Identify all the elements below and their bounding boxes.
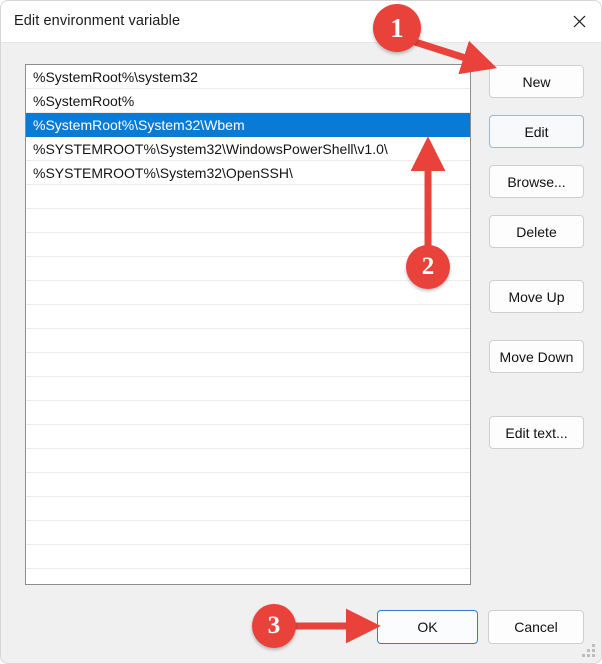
move-up-button[interactable]: Move Up — [489, 280, 584, 313]
list-item-empty[interactable] — [26, 353, 470, 377]
list-item-empty[interactable] — [26, 401, 470, 425]
list-item-empty[interactable] — [26, 449, 470, 473]
edit-button[interactable]: Edit — [489, 115, 584, 148]
delete-button[interactable]: Delete — [489, 215, 584, 248]
list-item-empty[interactable] — [26, 377, 470, 401]
path-list[interactable]: %SystemRoot%\system32 %SystemRoot% %System… — [25, 64, 471, 585]
list-item-empty[interactable] — [26, 329, 470, 353]
browse-button[interactable]: Browse... — [489, 165, 584, 198]
cancel-button[interactable]: Cancel — [488, 610, 584, 644]
list-item[interactable]: %SYSTEMROOT%\System32\WindowsPowerShell\… — [26, 137, 470, 161]
list-item-empty[interactable] — [26, 545, 470, 569]
new-button[interactable]: New — [489, 65, 584, 98]
ok-button[interactable]: OK — [377, 610, 478, 644]
list-item-empty[interactable] — [26, 185, 470, 209]
list-item[interactable]: %SystemRoot% — [26, 89, 470, 113]
list-item-empty[interactable] — [26, 497, 470, 521]
list-item[interactable]: %SystemRoot%\System32\Wbem — [26, 113, 470, 137]
resize-grip[interactable] — [582, 644, 596, 658]
list-item-empty[interactable] — [26, 425, 470, 449]
title-bar: Edit environment variable — [1, 1, 601, 43]
list-item-empty[interactable] — [26, 305, 470, 329]
list-item-empty[interactable] — [26, 521, 470, 545]
annotation-arrow-1 — [410, 37, 498, 75]
list-item-empty[interactable] — [26, 209, 470, 233]
list-item[interactable]: %SYSTEMROOT%\System32\OpenSSH\ — [26, 161, 470, 185]
annotation-marker-3: 3 — [252, 604, 296, 648]
move-down-button[interactable]: Move Down — [489, 340, 584, 373]
list-item-empty[interactable] — [26, 257, 470, 281]
list-item-empty[interactable] — [26, 281, 470, 305]
close-icon[interactable] — [556, 1, 601, 41]
list-item-empty[interactable] — [26, 473, 470, 497]
window-title: Edit environment variable — [14, 13, 181, 29]
list-item-empty[interactable] — [26, 233, 470, 257]
list-item[interactable]: %SystemRoot%\system32 — [26, 65, 470, 89]
edit-text-button[interactable]: Edit text... — [489, 416, 584, 449]
edit-environment-variable-dialog: Edit environment variable %SystemRoot%\s… — [0, 0, 602, 664]
